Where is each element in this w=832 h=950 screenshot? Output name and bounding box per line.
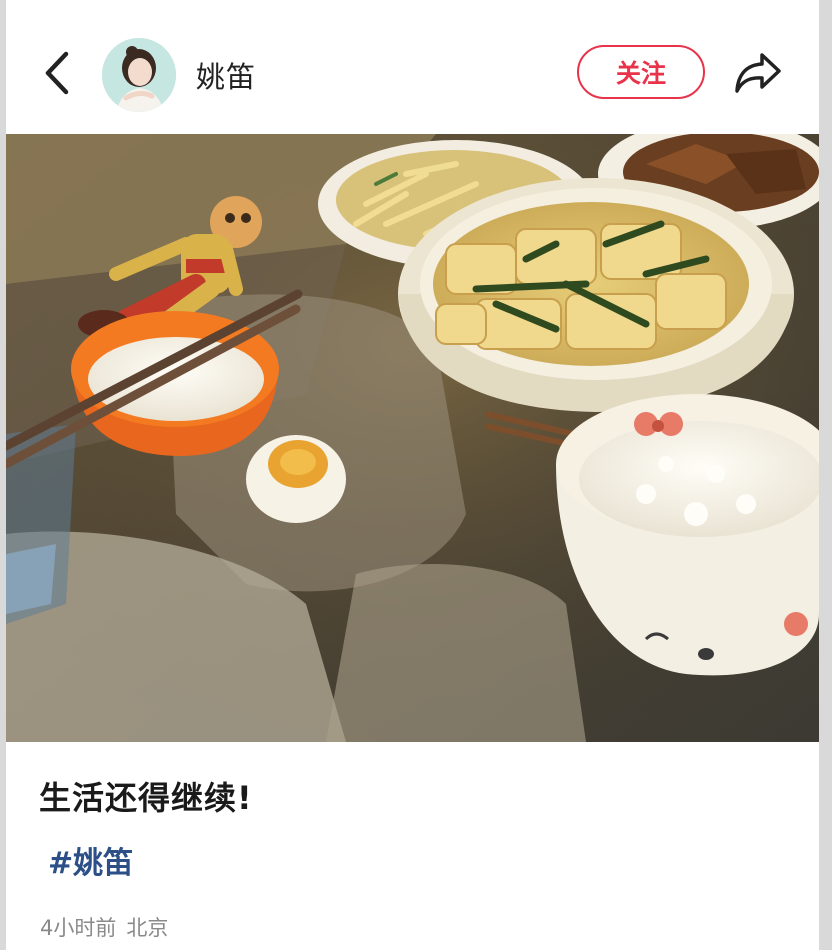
post-photo[interactable]: [6, 134, 819, 742]
post-time: 4小时前: [40, 916, 117, 940]
chevron-left-icon: [45, 51, 69, 95]
follow-button[interactable]: 关注: [577, 45, 705, 99]
share-button[interactable]: [732, 49, 784, 95]
share-arrow-icon: [735, 53, 781, 93]
post-caption: 生活还得继续!: [39, 779, 253, 817]
post-card: 姚笛 关注 生活还得继续! #姚笛 4小时前 北京: [6, 0, 819, 950]
post-location: 北京: [126, 916, 169, 940]
avatar-image: [102, 38, 176, 112]
hashtag-link[interactable]: #姚笛: [48, 838, 133, 882]
back-button[interactable]: [36, 44, 84, 102]
avatar[interactable]: [102, 38, 176, 112]
post-header: 姚笛 关注: [6, 0, 819, 134]
author-name[interactable]: 姚笛: [196, 54, 256, 96]
post-meta: 4小时前 北京: [40, 912, 168, 942]
